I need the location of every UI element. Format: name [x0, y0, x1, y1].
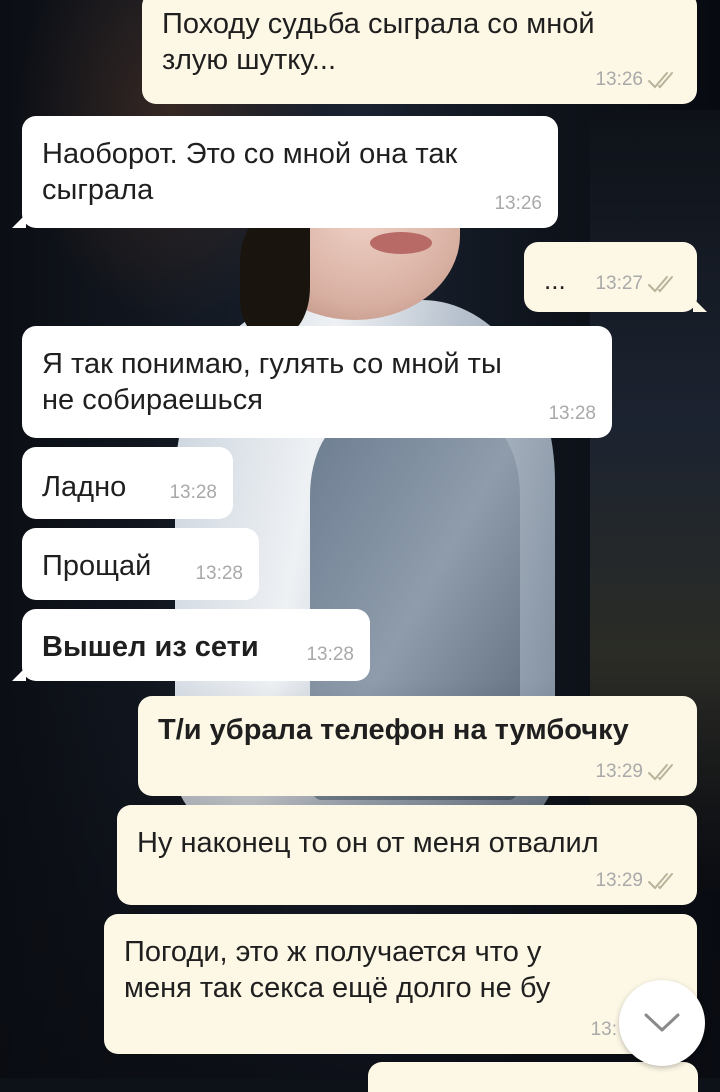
message-time: 13:28	[195, 563, 243, 584]
bubble-tail	[12, 667, 26, 681]
message-meta: 13:29	[595, 863, 681, 899]
message-meta: 13:28	[306, 637, 354, 673]
message-meta: 13:29	[595, 754, 681, 790]
message-meta: 13:28	[195, 556, 243, 592]
message-meta: 13:27	[595, 266, 681, 302]
message-meta: 13:28	[548, 396, 596, 432]
message-bubble-incoming[interactable]: Прощай 13:28	[22, 528, 259, 600]
message-bubble-incoming[interactable]: Вышел из сети 13:28	[12, 609, 370, 681]
bubble-tail	[693, 298, 707, 312]
double-check-icon	[648, 873, 673, 890]
message-meta: 13:28	[169, 475, 217, 511]
message-text-line: Т/и убрала телефон на тумбочку	[158, 714, 629, 746]
chevron-down-icon	[644, 1013, 680, 1032]
message-bubble-outgoing[interactable]: Погоди, это ж получается что у меня так …	[104, 914, 697, 1054]
message-text-line: Походу судьба сыграла со мной	[162, 8, 595, 40]
message-text-line: Прощай	[42, 550, 152, 582]
message-text-line: Ну наконец то он от меня отвалил	[137, 827, 599, 859]
message-time: 13:27	[595, 273, 643, 294]
message-meta: 13:	[591, 1012, 617, 1048]
message-time: 13:29	[595, 761, 643, 782]
message-text-line: Погоди, это ж получается что у	[124, 936, 542, 968]
message-bubble-outgoing[interactable]: Т/и убрала телефон на тумбочку 13:29	[138, 696, 697, 796]
scroll-to-bottom-button[interactable]	[619, 980, 705, 1066]
message-text-line: не собираешься	[42, 384, 263, 416]
message-text-line: Ладно	[42, 471, 127, 503]
message-text-line: ...	[544, 265, 566, 295]
double-check-icon	[648, 276, 673, 293]
message-time: 13:29	[595, 870, 643, 891]
message-bubble-outgoing[interactable]: Походу судьба сыграла со мной злую шутку…	[142, 0, 697, 104]
message-time: 13:28	[548, 403, 596, 424]
double-check-icon	[648, 764, 673, 781]
message-bubble-incoming[interactable]: Я так понимаю, гулять со мной ты не соби…	[22, 326, 612, 438]
message-time: 13:28	[306, 644, 354, 665]
message-bubble-outgoing[interactable]: ... 13:27	[524, 242, 707, 312]
message-time: 13:26	[494, 193, 542, 214]
message-time: 13:28	[169, 482, 217, 503]
bubble-tail	[12, 214, 26, 228]
message-time: 13:26	[595, 69, 643, 90]
message-list[interactable]: Походу судьба сыграла со мной злую шутку…	[0, 0, 720, 1092]
message-text-line: Я так понимаю, гулять со мной ты	[42, 348, 502, 380]
message-bubble-incoming[interactable]: Наоборот. Это со мной она так сыграла 13…	[12, 116, 558, 228]
message-text-line: сыграла	[42, 174, 154, 206]
message-bubble-outgoing-partial[interactable]	[368, 1062, 698, 1092]
message-meta: 13:26	[494, 186, 542, 222]
message-bubble-incoming[interactable]: Ладно 13:28	[22, 447, 233, 519]
double-check-icon	[648, 72, 673, 89]
message-text-line: Вышел из сети	[42, 631, 259, 663]
message-bubble-outgoing[interactable]: Ну наконец то он от меня отвалил 13:29	[117, 805, 697, 905]
message-meta: 13:26	[595, 62, 681, 98]
message-text-line: меня так секса ещё долго не бу	[124, 972, 551, 1004]
message-time: 13:	[590, 1019, 617, 1040]
message-text-line: Наоборот. Это со мной она так	[42, 138, 458, 170]
